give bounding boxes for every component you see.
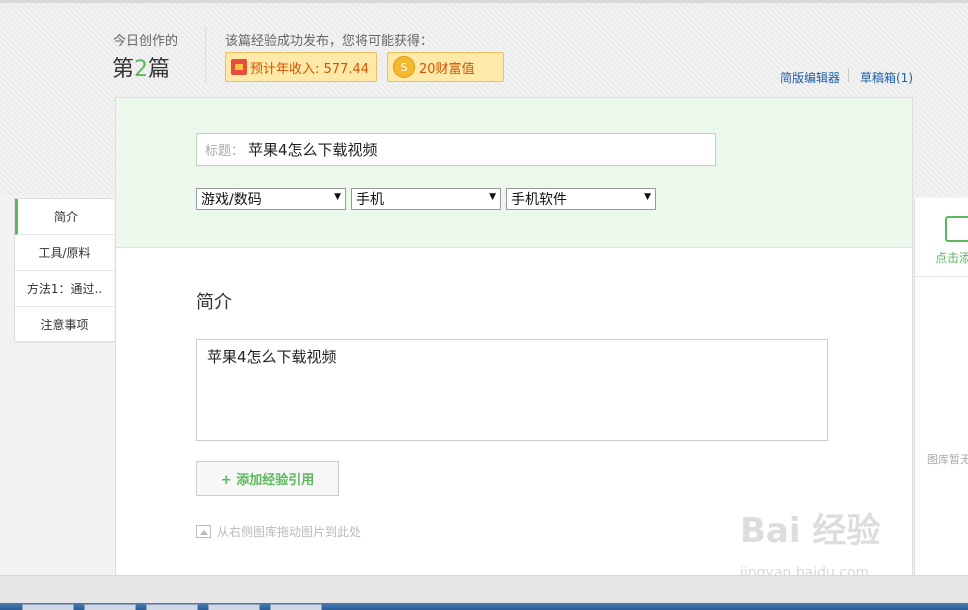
- nav-item-method1[interactable]: 方法1：通过..: [15, 271, 114, 307]
- header-divider: [205, 27, 206, 83]
- nav-item-intro[interactable]: 简介: [15, 199, 114, 235]
- gallery-add[interactable]: 点击添: [915, 198, 968, 277]
- drag-image-hint: 从右侧图库拖动图片到此处: [196, 523, 361, 540]
- title-prefix: 标题：: [205, 144, 245, 159]
- taskbar-button[interactable]: [146, 604, 198, 610]
- taskbar-button[interactable]: [84, 604, 136, 610]
- link-separator: [848, 68, 849, 82]
- baidu-watermark: Bai 经验: [740, 511, 881, 551]
- coin-icon: S: [393, 56, 415, 78]
- title-input[interactable]: 标题： 苹果4怎么下载视频: [196, 133, 716, 166]
- gallery-empty-label: 图库暂无: [927, 453, 968, 466]
- today-count: 第2篇: [112, 51, 170, 83]
- taskbar-button[interactable]: [22, 604, 74, 610]
- category-select-1[interactable]: 游戏/数码 ▼: [196, 188, 346, 210]
- title-value: 苹果4怎么下载视频: [248, 141, 378, 159]
- category-select-2[interactable]: 手机 ▼: [351, 188, 501, 210]
- category-select-2-value: 手机: [356, 192, 384, 208]
- category-select-1-value: 游戏/数码: [201, 192, 262, 208]
- today-count-suffix: 篇: [148, 57, 171, 82]
- gallery-add-label: 点击添: [935, 251, 968, 265]
- add-reference-button[interactable]: + 添加经验引用: [196, 461, 339, 496]
- red-envelope-icon: [231, 59, 247, 75]
- dropdown-arrow-icon: ▼: [644, 192, 651, 202]
- nav-item-tools[interactable]: 工具/原料: [15, 235, 114, 271]
- add-image-icon: [945, 216, 968, 242]
- bottom-strip: [0, 575, 968, 604]
- category-select-3[interactable]: 手机软件 ▼: [506, 188, 656, 210]
- nav-item-notes[interactable]: 注意事项: [15, 307, 114, 343]
- today-count-number: 2: [134, 57, 149, 82]
- taskbar-button[interactable]: [270, 604, 322, 610]
- taskbar-button[interactable]: [208, 604, 260, 610]
- dropdown-arrow-icon: ▼: [489, 192, 496, 202]
- section-nav: 简介 工具/原料 方法1：通过.. 注意事项: [14, 198, 114, 343]
- wealth-label: 20财富值: [419, 61, 475, 77]
- today-count-prefix: 第: [112, 57, 135, 82]
- wealth-badge: S 20财富值: [387, 52, 504, 82]
- top-border: [0, 0, 968, 3]
- reward-label: 该篇经验成功发布，您将可能获得：: [225, 34, 434, 49]
- intro-textarea[interactable]: 苹果4怎么下载视频: [196, 339, 828, 441]
- image-icon: [196, 525, 211, 538]
- title-section: 标题： 苹果4怎么下载视频 游戏/数码 ▼ 手机 ▼ 手机软件 ▼: [116, 98, 912, 248]
- image-gallery-panel: 点击添 图库暂无: [914, 198, 968, 578]
- today-label: 今日创作的: [113, 34, 179, 49]
- dropdown-arrow-icon: ▼: [334, 192, 341, 202]
- intro-heading: 简介: [196, 292, 232, 313]
- drafts-link[interactable]: 草稿箱(1): [860, 69, 913, 86]
- category-select-3-value: 手机软件: [511, 192, 567, 208]
- simple-editor-link[interactable]: 简版编辑器: [780, 69, 840, 86]
- drag-hint-text: 从右侧图库拖动图片到此处: [217, 525, 362, 539]
- intro-text: 苹果4怎么下载视频: [207, 348, 337, 366]
- income-badge: 预计年收入: 577.44: [225, 52, 377, 82]
- income-label: 预计年收入: 577.44: [250, 61, 369, 77]
